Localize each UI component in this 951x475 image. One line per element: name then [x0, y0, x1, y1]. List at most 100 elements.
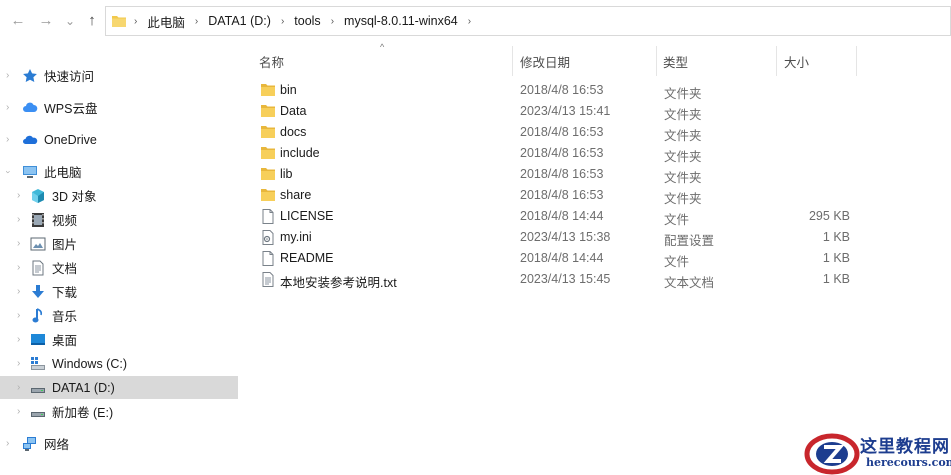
breadcrumb-this-pc[interactable]: 此电脑 — [147, 12, 185, 31]
sidebar-item-documents[interactable]: › 文档 — [0, 256, 238, 279]
sidebar-item-3d-objects[interactable]: › 3D 对象 — [0, 184, 238, 207]
sidebar-item-label: 桌面 — [52, 334, 78, 348]
chevron-right-icon[interactable]: › — [17, 334, 20, 345]
drive-icon — [30, 380, 46, 396]
onedrive-icon — [22, 132, 38, 148]
sidebar-item-downloads[interactable]: › 下载 — [0, 280, 238, 303]
chevron-right-icon[interactable]: › — [17, 238, 20, 249]
sidebar-item-pictures[interactable]: › 图片 — [0, 232, 238, 255]
video-icon — [30, 212, 46, 228]
file-name: docs — [280, 125, 307, 139]
download-icon — [30, 284, 46, 300]
file-name: 本地安装参考说明.txt — [280, 276, 397, 290]
file-date: 2023/4/13 15:41 — [520, 104, 611, 118]
recent-locations-button[interactable]: ⌄ — [60, 10, 80, 32]
file-row-my-ini[interactable]: my.ini 2023/4/13 15:38 配置设置 1 KB — [256, 227, 856, 248]
folder-icon — [112, 15, 126, 27]
column-header-name[interactable]: 名称 — [259, 42, 284, 80]
watermark-subtitle: herecours.com — [866, 456, 951, 469]
file-list-pane: ^ 名称 修改日期 类型 大小 bin 2018/4/8 16:53 文件夹 D… — [238, 42, 951, 475]
sidebar-item-label: 新加卷 (E:) — [52, 406, 114, 420]
sidebar-item-drive-c[interactable]: › Windows (C:) — [0, 352, 238, 375]
file-name: README — [280, 251, 334, 265]
file-icon — [261, 209, 275, 224]
sidebar-item-desktop[interactable]: › 桌面 — [0, 328, 238, 351]
watermark-logo-icon — [804, 433, 860, 475]
file-row-install-notes[interactable]: 本地安装参考说明.txt 2023/4/13 15:45 文本文档 1 KB — [256, 269, 856, 290]
column-divider[interactable] — [656, 46, 657, 76]
file-row-data[interactable]: Data 2023/4/13 15:41 文件夹 — [256, 101, 856, 122]
file-row-include[interactable]: include 2018/4/8 16:53 文件夹 — [256, 143, 856, 164]
breadcrumb-separator: › — [467, 15, 472, 27]
file-date: 2018/4/8 16:53 — [520, 167, 604, 181]
network-icon — [22, 436, 38, 452]
file-row-bin[interactable]: bin 2018/4/8 16:53 文件夹 — [256, 80, 856, 101]
sort-ascending-icon: ^ — [380, 42, 385, 52]
file-row-docs[interactable]: docs 2018/4/8 16:53 文件夹 — [256, 122, 856, 143]
chevron-right-icon[interactable]: › — [6, 70, 9, 81]
file-type: 文件 — [664, 213, 690, 227]
sidebar-item-videos[interactable]: › 视频 — [0, 208, 238, 231]
chevron-right-icon[interactable]: › — [17, 310, 20, 321]
sidebar-item-drive-d[interactable]: › DATA1 (D:) — [0, 376, 238, 399]
text-file-icon — [261, 272, 275, 287]
sidebar-item-quick-access[interactable]: › 快速访问 — [0, 64, 238, 87]
chevron-right-icon[interactable]: › — [6, 102, 9, 113]
file-type: 文件夹 — [664, 171, 702, 185]
folder-icon — [261, 83, 275, 98]
sidebar-item-label: 音乐 — [52, 310, 78, 324]
chevron-right-icon[interactable]: › — [17, 286, 20, 297]
sidebar-item-music[interactable]: › 音乐 — [0, 304, 238, 327]
file-row-lib[interactable]: lib 2018/4/8 16:53 文件夹 — [256, 164, 856, 185]
breadcrumb-drive[interactable]: DATA1 (D:) — [208, 14, 271, 28]
breadcrumb-mysql[interactable]: mysql-8.0.11-winx64 — [344, 14, 458, 28]
sidebar-item-drive-e[interactable]: › 新加卷 (E:) — [0, 400, 238, 423]
sidebar-item-label: 此电脑 — [44, 166, 82, 180]
file-row-readme[interactable]: README 2018/4/8 14:44 文件 1 KB — [256, 248, 856, 269]
column-header-date[interactable]: 修改日期 — [520, 42, 570, 80]
chevron-down-icon[interactable]: › — [4, 170, 14, 173]
forward-button[interactable]: → — [36, 10, 56, 32]
watermark: 这里教程网 herecours.com — [800, 430, 951, 475]
column-header-type[interactable]: 类型 — [663, 42, 688, 80]
file-row-share[interactable]: share 2018/4/8 16:53 文件夹 — [256, 185, 856, 206]
computer-icon — [22, 164, 38, 180]
chevron-right-icon[interactable]: › — [17, 406, 20, 417]
sidebar-item-wps-cloud[interactable]: › WPS云盘 — [0, 96, 238, 119]
sidebar-item-label: DATA1 (D:) — [52, 380, 115, 395]
chevron-right-icon[interactable]: › — [17, 190, 20, 201]
file-type: 文件夹 — [664, 87, 702, 101]
folder-icon — [261, 146, 275, 161]
breadcrumb-tools[interactable]: tools — [294, 14, 320, 28]
chevron-right-icon[interactable]: › — [17, 358, 20, 369]
file-name: bin — [280, 83, 297, 97]
file-type: 文件夹 — [664, 108, 702, 122]
chevron-right-icon[interactable]: › — [17, 262, 20, 273]
file-row-license[interactable]: LICENSE 2018/4/8 14:44 文件 295 KB — [256, 206, 856, 227]
column-divider[interactable] — [776, 46, 777, 76]
sidebar-item-label: OneDrive — [44, 132, 97, 147]
chevron-right-icon[interactable]: › — [17, 214, 20, 225]
address-bar[interactable]: › 此电脑 › DATA1 (D:) › tools › mysql-8.0.1… — [105, 6, 951, 36]
chevron-right-icon[interactable]: › — [6, 438, 9, 449]
back-button[interactable]: ← — [8, 10, 28, 32]
file-size: 1 KB — [822, 272, 850, 286]
file-name: lib — [280, 167, 293, 181]
sidebar-item-onedrive[interactable]: › OneDrive — [0, 128, 238, 151]
chevron-right-icon[interactable]: › — [17, 382, 20, 393]
column-divider[interactable] — [512, 46, 513, 76]
file-icon — [261, 251, 275, 266]
settings-file-icon — [261, 230, 275, 245]
watermark-title: 这里教程网 — [860, 437, 950, 457]
sidebar-item-label: 快速访问 — [44, 70, 95, 84]
file-type: 文件 — [664, 255, 690, 269]
up-button[interactable]: ↑ — [82, 10, 102, 32]
column-header-size[interactable]: 大小 — [784, 42, 809, 80]
chevron-right-icon[interactable]: › — [6, 134, 9, 145]
column-divider[interactable] — [856, 46, 857, 76]
sidebar-item-this-pc[interactable]: › 此电脑 — [0, 160, 238, 183]
sidebar-item-label: Windows (C:) — [52, 356, 128, 371]
windows-drive-icon — [30, 356, 46, 372]
file-name: Data — [280, 104, 307, 118]
sidebar-item-network[interactable]: › 网络 — [0, 432, 238, 455]
